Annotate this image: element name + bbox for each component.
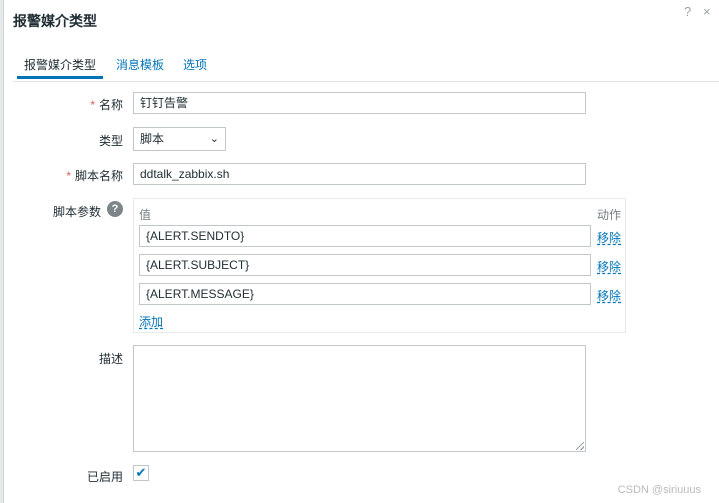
tab-media-type[interactable]: 报警媒介类型 <box>17 55 104 79</box>
background-page-edge <box>0 0 4 503</box>
remove-param-link[interactable]: 移除 <box>597 258 621 275</box>
type-select[interactable]: 脚本 ⌄ <box>133 127 226 151</box>
question-icon[interactable]: ? <box>107 201 123 217</box>
required-marker: * <box>66 169 71 183</box>
add-param-link[interactable]: 添加 <box>139 313 163 330</box>
help-icon[interactable]: ? <box>684 4 691 19</box>
checkmark-icon: ✔ <box>135 465 147 480</box>
tab-bar: 报警媒介类型 消息模板 选项 <box>13 55 719 82</box>
remove-param-link[interactable]: 移除 <box>597 229 621 246</box>
tab-message-templates[interactable]: 消息模板 <box>109 55 171 79</box>
params-col-value: 值 <box>139 208 152 222</box>
name-input[interactable]: 钉钉告警 <box>133 92 586 114</box>
enabled-checkbox[interactable]: ✔ <box>133 465 149 481</box>
param-input[interactable]: {ALERT.SENDTO} <box>139 225 591 247</box>
script-name-input[interactable]: ddtalk_zabbix.sh <box>133 163 586 185</box>
script-name-label: * 脚本名称 <box>66 169 123 183</box>
params-col-action: 动作 <box>597 208 622 222</box>
enabled-label: 已启用 <box>86 470 123 484</box>
description-label: 描述 <box>98 352 123 366</box>
script-params-label: 脚本参数 <box>52 205 101 219</box>
type-select-value: 脚本 <box>140 132 165 146</box>
remove-param-link[interactable]: 移除 <box>597 287 621 304</box>
close-icon[interactable]: × <box>703 4 711 19</box>
resize-grip-icon[interactable] <box>576 442 584 450</box>
param-input[interactable]: {ALERT.SUBJECT} <box>139 254 591 276</box>
type-label: 类型 <box>98 134 123 148</box>
dialog-title: 报警媒介类型 <box>13 13 97 29</box>
required-marker: * <box>90 98 95 112</box>
tab-options[interactable]: 选项 <box>176 55 214 79</box>
chevron-down-icon: ⌄ <box>209 133 219 145</box>
watermark: CSDN @siriuuus <box>617 484 701 496</box>
param-input[interactable]: {ALERT.MESSAGE} <box>139 283 591 305</box>
description-textarea[interactable] <box>133 345 586 452</box>
name-label: * 名称 <box>90 98 123 112</box>
